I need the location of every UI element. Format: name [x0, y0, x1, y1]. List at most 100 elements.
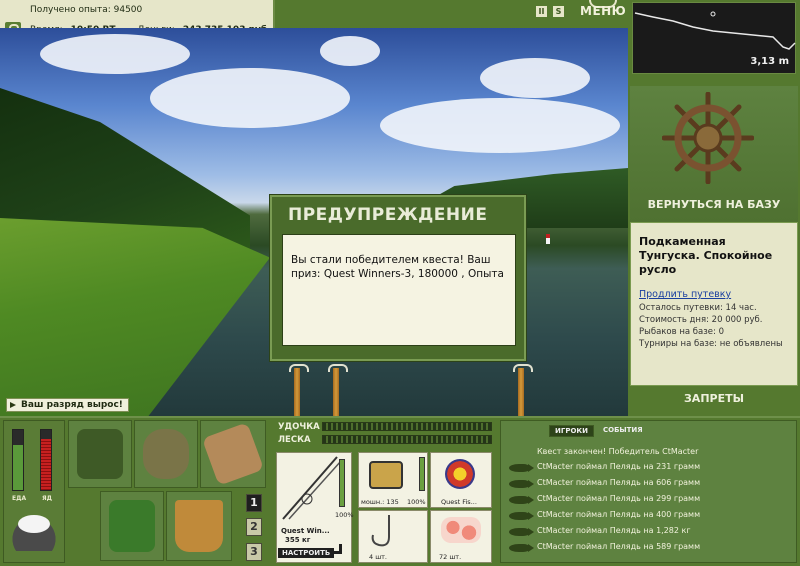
meters-panel: ЕДА ЯД: [3, 420, 65, 563]
events-panel: ИГРОКИ СОБЫТИЯ Квест закончен! Победител…: [500, 420, 797, 563]
location-info: Подкаменная Тунгуска. Спокойное русло Пр…: [630, 222, 798, 386]
hook-slot[interactable]: 4 шт.: [358, 510, 428, 563]
rod-bar-label: УДОЧКА: [278, 422, 320, 432]
event-row: CtMacter поймал Пелядь на 606 грамм: [509, 477, 789, 491]
event-text: CtMacter поймал Пелядь на 299 грамм: [537, 494, 701, 503]
reel-slot[interactable]: мошн.: 135 100%: [358, 452, 428, 508]
event-row: CtMacter поймал Пелядь на 400 грамм: [509, 509, 789, 523]
cloud: [480, 58, 590, 98]
line-tension-bar: [322, 435, 492, 444]
event-text: CtMacter поймал Пелядь на 606 грамм: [537, 478, 701, 487]
pause-icon[interactable]: II: [536, 6, 547, 17]
hook-icon: [371, 515, 390, 547]
reel-caption: мошн.: 135: [361, 498, 399, 506]
event-row: CtMacter поймал Пелядь на 299 грамм: [509, 493, 789, 507]
arrow-down-right-icon: [332, 544, 342, 554]
info-line: Рыбаков на базе: 0: [639, 327, 724, 337]
cloud: [320, 36, 380, 66]
inventory-slot[interactable]: [100, 491, 164, 561]
event-row: CtMacter поймал Пелядь на 589 грамм: [509, 541, 789, 555]
fish-icon: [509, 496, 534, 504]
meadow: [0, 218, 270, 416]
rod-name: Quest Win...: [281, 527, 330, 535]
inventory-slot[interactable]: [68, 420, 132, 488]
rod-percent: 100%: [335, 511, 354, 519]
tab-events[interactable]: СОБЫТИЯ: [598, 425, 648, 437]
setup-button[interactable]: НАСТРОИТЬ: [278, 548, 335, 558]
line-bar-label: ЛЕСКА: [278, 435, 311, 445]
rod-durability-bar: [339, 459, 345, 507]
rod-weight: 355 кг: [285, 536, 311, 544]
place-name: Подкаменная Тунгуска. Спокойное русло: [639, 235, 773, 276]
event-row: CtMacter поймал Пелядь на 1,282 кг: [509, 525, 789, 539]
menu-button[interactable]: МЕНЮ: [580, 4, 626, 18]
page-button-1[interactable]: 1: [246, 494, 262, 512]
event-text: CtMacter поймал Пелядь на 231 грамм: [537, 462, 701, 471]
bucket-icon: [175, 500, 223, 552]
poison-label: ЯД: [42, 495, 52, 502]
fish-icon: [509, 480, 534, 488]
reel-icon: [369, 461, 403, 489]
lure-icon: [445, 459, 475, 489]
shrimp-bait-icon: [441, 517, 481, 543]
event-text: CtMacter поймал Пелядь на 400 грамм: [537, 510, 701, 519]
dialog-title: ПРЕДУПРЕЖДЕНИЕ: [288, 205, 488, 225]
lure-slot[interactable]: Quest Fis...: [430, 452, 492, 508]
rod-stand[interactable]: [328, 364, 348, 416]
rod-tension-bar: [322, 422, 492, 431]
food-meter: [12, 429, 24, 491]
inventory-slot[interactable]: [200, 420, 266, 488]
poison-meter: [40, 429, 52, 491]
lure-caption: Quest Fis...: [441, 498, 477, 506]
event-text: CtMacter поймал Пелядь на 589 грамм: [537, 542, 701, 551]
reel-percent: 100%: [407, 498, 426, 506]
inventory-slot[interactable]: [134, 420, 198, 488]
event-row: CtMacter поймал Пелядь на 231 грамм: [509, 461, 789, 475]
float-marker-icon: [710, 11, 716, 17]
pot-icon[interactable]: [12, 511, 56, 551]
base-panel: ВЕРНУТЬСЯ НА БАЗУ: [630, 86, 798, 222]
info-line: Стоимость дня: 20 000 руб.: [639, 315, 763, 325]
food-meter-fill: [13, 445, 23, 490]
inventory-slot[interactable]: [166, 491, 232, 561]
top-strip: [275, 0, 628, 28]
bans-button[interactable]: ЗАПРЕТЫ: [630, 392, 798, 405]
dialog-message: Вы стали победителем квеста! Ваш приз: Q…: [282, 234, 516, 346]
page-button-3[interactable]: 3: [246, 543, 262, 561]
info-line: Осталось путевки: 14 час.: [639, 303, 757, 313]
rod-stand[interactable]: [289, 364, 309, 416]
hook-caption: 4 шт.: [369, 553, 388, 561]
return-to-base-button[interactable]: ВЕРНУТЬСЯ НА БАЗУ: [630, 198, 798, 211]
event-text: CtMacter поймал Пелядь на 1,282 кг: [537, 526, 691, 535]
reel-durability-bar: [419, 457, 425, 491]
exp-value: 94500: [113, 5, 143, 15]
cloud: [150, 68, 350, 128]
exp-label: Получено опыта:: [30, 5, 111, 15]
depth-map[interactable]: 3,13 m: [632, 2, 796, 74]
cloud: [380, 98, 620, 153]
warning-dialog[interactable]: ПРЕДУПРЕЖДЕНИЕ Вы стали победителем квес…: [270, 195, 526, 361]
event-headline: Квест закончен! Победитель CtMacter: [537, 447, 699, 456]
events-tabs: ИГРОКИ СОБЫТИЯ: [549, 425, 648, 437]
extend-permit-link[interactable]: Продлить путевку: [639, 289, 789, 300]
rank-up-text: Ваш разряд вырос!: [21, 400, 123, 410]
buoy-icon[interactable]: [546, 234, 550, 244]
info-line: Турниры на базе: не объявлены: [639, 339, 783, 349]
cloud: [40, 34, 190, 74]
depth-value: 3,13 m: [750, 56, 789, 67]
bait-caption: 72 шт.: [439, 553, 462, 561]
tab-players[interactable]: ИГРОКИ: [549, 425, 594, 437]
page-button-2[interactable]: 2: [246, 518, 262, 536]
ship-wheel-icon: [662, 92, 754, 184]
rank-up-badge: Ваш разряд вырос!: [6, 398, 129, 412]
arrow-right-icon: [10, 402, 16, 408]
sound-icon[interactable]: S: [553, 6, 564, 17]
fish-icon: [509, 544, 534, 552]
bag-icon: [77, 429, 123, 479]
fish-icon: [509, 512, 534, 520]
food-basket-icon: [109, 500, 155, 552]
bait-slot[interactable]: 72 шт.: [430, 510, 492, 563]
rod-stand[interactable]: [513, 364, 533, 416]
fish-icon: [509, 464, 534, 472]
exp-row: Получено опыта: 94500: [30, 5, 142, 15]
